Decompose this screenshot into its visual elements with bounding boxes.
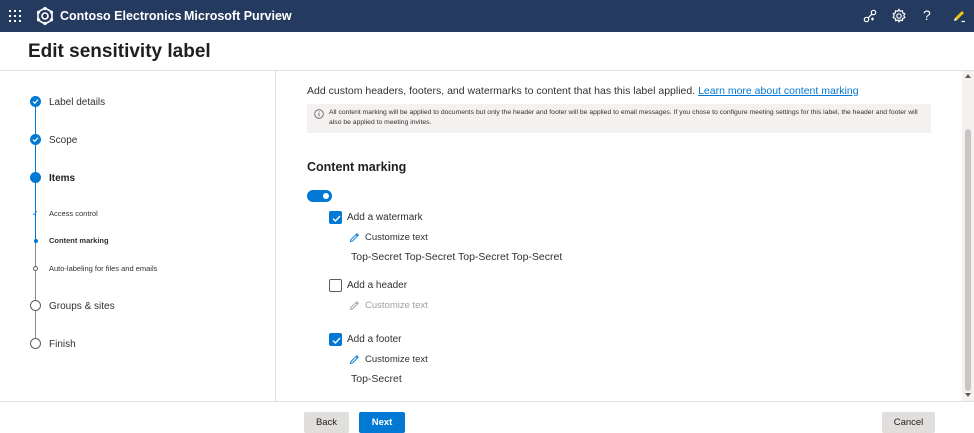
pencil-icon[interactable] [349,232,360,243]
scrollbar-thumb[interactable] [965,129,971,391]
substep-auto-labeling[interactable]: Auto-labeling for files and emails [49,264,157,273]
pencil-icon[interactable] [349,354,360,365]
step-label-details[interactable]: Label details [49,97,105,108]
header-label[interactable]: Add a header [347,280,407,291]
info-message-bar: All content marking will be applied to d… [307,104,931,133]
substep-current-icon [34,239,38,243]
footer-customize-text[interactable]: Customize text [365,354,428,365]
step-finish[interactable]: Finish [49,339,76,350]
pencil-icon [349,301,359,311]
page-heading-clipped: Edit sensitivity label [307,71,442,75]
watermark-value: Top-Secret Top-Secret Top-Secret Top-Sec… [351,251,563,263]
contoso-logo [36,6,54,26]
footer-value: Top-Secret [351,373,402,385]
app-launcher-icon[interactable] [9,10,21,22]
feedback-icon[interactable] [951,8,967,24]
step-scope[interactable]: Scope [49,135,77,146]
footer-checkbox[interactable] [329,333,342,346]
step-pending-icon [30,300,41,311]
page-title: Edit sensitivity label [28,41,211,62]
info-message: All content marking will be applied to d… [329,109,918,126]
footer-label[interactable]: Add a footer [347,334,401,345]
cancel-button[interactable]: Cancel [882,412,935,433]
step-done-icon [30,96,41,107]
content-marking-panel: Edit sensitivity label Add custom header… [277,71,962,401]
step-items[interactable]: Items [49,173,75,184]
step-pending-icon [30,338,41,349]
settings-icon[interactable] [891,8,907,24]
top-bar: Contoso Electronics Microsoft Purview ? [0,0,974,32]
substep-pending-icon [33,266,38,271]
scroll-up-icon[interactable] [965,74,971,78]
help-icon[interactable]: ? [923,7,931,23]
step-connector [35,311,36,339]
header-customize-text: Customize text [365,300,428,311]
app-name[interactable]: Microsoft Purview [184,9,292,23]
substep-access-control[interactable]: Access control [49,209,98,218]
info-icon [314,109,324,119]
content-marking-toggle[interactable] [307,190,332,202]
step-current-icon [30,172,41,183]
step-groups-sites[interactable]: Groups & sites [49,301,115,312]
substep-content-marking[interactable]: Content marking [49,236,109,245]
footer-divider [0,401,974,402]
learn-more-link[interactable]: Learn more about content marking [698,85,859,97]
description-text: Add custom headers, footers, and waterma… [307,85,696,97]
section-title: Content marking [307,160,407,174]
vertical-scrollbar[interactable] [962,71,974,401]
substep-done-icon: ✓ [32,209,39,218]
watermark-customize-text[interactable]: Customize text [365,232,428,243]
back-button[interactable]: Back [304,412,349,433]
header-checkbox[interactable] [329,279,342,292]
step-done-icon [30,134,41,145]
watermark-label[interactable]: Add a watermark [347,212,423,223]
wizard-stepper: Label details Scope Items ✓ Access contr… [0,71,276,401]
org-name: Contoso Electronics [60,9,182,23]
next-button[interactable]: Next [359,412,405,433]
connections-icon[interactable] [862,8,878,24]
watermark-checkbox[interactable] [329,211,342,224]
scroll-down-icon[interactable] [965,393,971,397]
step-connector [35,243,36,301]
description: Add custom headers, footers, and waterma… [307,85,859,97]
step-connector [35,140,36,174]
